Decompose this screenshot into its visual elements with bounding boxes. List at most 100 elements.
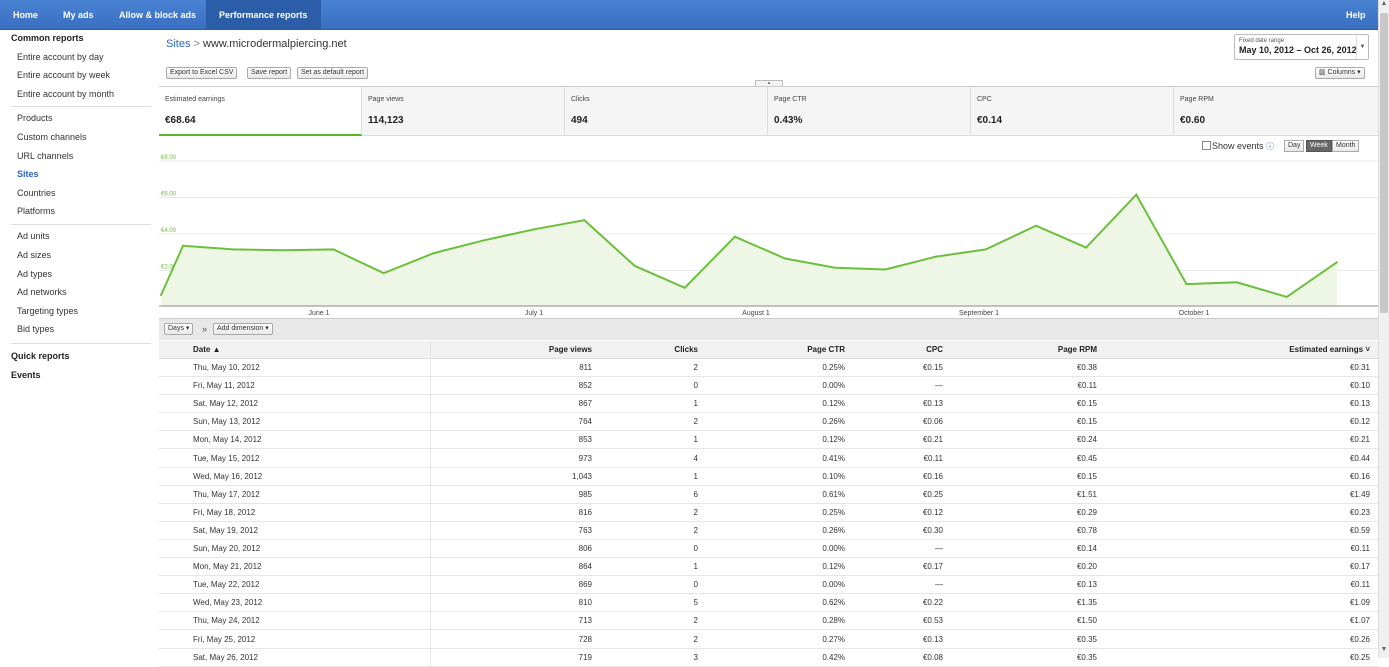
cell-page-ctr: 0.62%: [822, 598, 845, 608]
cell-page-views: 852: [578, 381, 592, 391]
sidebar-item-products[interactable]: Products: [17, 113, 53, 123]
data-point[interactable]: [1185, 283, 1188, 286]
data-point[interactable]: [583, 219, 586, 222]
col-date[interactable]: Date ▲: [193, 345, 220, 354]
data-point[interactable]: [160, 294, 162, 297]
sidebar-item-bid-types[interactable]: Bid types: [17, 324, 54, 334]
data-point[interactable]: [683, 286, 686, 289]
sidebar-item-ad-sizes[interactable]: Ad sizes: [17, 250, 51, 260]
scrollbar-thumb[interactable]: [1380, 13, 1388, 313]
nav-performance-reports[interactable]: Performance reports: [206, 0, 321, 30]
metric-cpc[interactable]: CPC €0.14: [971, 87, 1174, 136]
col-page-ctr[interactable]: Page CTR: [807, 345, 845, 354]
data-point[interactable]: [332, 248, 335, 251]
nav-allow-block-ads[interactable]: Allow & block ads: [119, 0, 196, 30]
cell-clicks: 6: [693, 489, 698, 499]
sidebar-item-ad-types[interactable]: Ad types: [17, 269, 52, 279]
sidebar-item-custom-channels[interactable]: Custom channels: [17, 132, 87, 142]
sidebar-item-sites[interactable]: Sites: [17, 169, 39, 179]
col-page-views[interactable]: Page views: [549, 345, 592, 354]
sidebar-quick-reports[interactable]: Quick reports: [11, 351, 70, 361]
cell-date: Sat, May 12, 2012: [193, 399, 258, 409]
metric-clicks[interactable]: Clicks 494: [565, 87, 768, 136]
scroll-up-arrow-icon[interactable]: ▲: [1379, 0, 1389, 7]
cell-date: Wed, May 16, 2012: [193, 471, 263, 481]
data-point[interactable]: [1034, 224, 1037, 227]
data-point[interactable]: [733, 235, 736, 238]
col-page-rpm[interactable]: Page RPM: [1058, 345, 1097, 354]
sidebar-item-countries[interactable]: Countries: [17, 188, 56, 198]
cell-clicks: 2: [693, 417, 698, 427]
metric-value: 0.43%: [774, 115, 803, 126]
sidebar-item-platforms[interactable]: Platforms: [17, 206, 55, 216]
cell-estimated-earnings: €0.23: [1349, 507, 1370, 517]
data-point[interactable]: [1285, 295, 1288, 298]
sidebar-events[interactable]: Events: [11, 370, 41, 380]
chevron-down-icon[interactable]: ▼: [1356, 35, 1368, 59]
metric-page-views[interactable]: Page views 114,123: [362, 87, 565, 136]
sidebar-item-targeting-types[interactable]: Targeting types: [17, 306, 78, 316]
vertical-scrollbar[interactable]: ▲ ▼: [1378, 0, 1389, 658]
data-point[interactable]: [1135, 193, 1138, 196]
data-point[interactable]: [834, 266, 837, 269]
cell-estimated-earnings: €1.07: [1349, 616, 1370, 626]
metric-page-ctr[interactable]: Page CTR 0.43%: [768, 87, 971, 136]
metric-page-rpm[interactable]: Page RPM €0.60: [1174, 87, 1378, 136]
nav-home[interactable]: Home: [13, 0, 38, 30]
cell-page-ctr: 0.25%: [822, 363, 845, 372]
cell-page-views: 985: [578, 489, 592, 499]
data-point[interactable]: [533, 228, 536, 231]
data-point[interactable]: [984, 248, 987, 251]
data-point[interactable]: [1235, 281, 1238, 284]
data-point[interactable]: [282, 249, 285, 252]
add-dimension-button[interactable]: Add dimension ▾: [213, 323, 273, 335]
data-point[interactable]: [232, 248, 235, 251]
cell-cpc: €0.25: [922, 489, 943, 499]
data-point[interactable]: [182, 244, 184, 247]
data-point[interactable]: [382, 272, 385, 275]
save-report-button[interactable]: Save report: [247, 67, 292, 79]
sidebar-item-url-channels[interactable]: URL channels: [17, 151, 73, 161]
sidebar-item-ad-networks[interactable]: Ad networks: [17, 287, 67, 297]
data-point[interactable]: [1336, 261, 1338, 264]
scroll-down-arrow-icon[interactable]: ▼: [1379, 646, 1389, 653]
nav-my-ads[interactable]: My ads: [63, 0, 94, 30]
cell-cpc: €0.08: [922, 652, 943, 662]
metric-estimated-earnings[interactable]: Estimated earnings €68.64: [159, 87, 362, 136]
data-point[interactable]: [1085, 246, 1088, 249]
x-tick-label: September 1: [959, 310, 999, 317]
data-point[interactable]: [633, 264, 636, 267]
cell-page-rpm: €0.15: [1076, 471, 1097, 481]
export-csv-button[interactable]: Export to Excel CSV: [166, 67, 238, 79]
column-divider: [430, 341, 431, 667]
days-dropdown[interactable]: Days ▾: [164, 323, 194, 335]
col-clicks[interactable]: Clicks: [674, 345, 698, 354]
columns-button[interactable]: ▥ Columns ▾: [1315, 67, 1365, 79]
breadcrumb-sites-link[interactable]: Sites: [166, 38, 190, 50]
sidebar-item-ad-units[interactable]: Ad units: [17, 231, 50, 241]
sidebar-item-entire-account-by-month[interactable]: Entire account by month: [17, 89, 114, 99]
sidebar-item-entire-account-by-week[interactable]: Entire account by week: [17, 70, 110, 80]
data-point[interactable]: [483, 239, 486, 242]
breadcrumb: Sites > www.microdermalpiercing.net: [166, 38, 347, 50]
cell-page-rpm: €0.11: [1077, 381, 1097, 391]
cell-estimated-earnings: €0.16: [1349, 471, 1370, 481]
set-default-report-button[interactable]: Set as default report: [297, 67, 369, 79]
data-point[interactable]: [934, 255, 937, 258]
sidebar-item-entire-account-by-day[interactable]: Entire account by day: [17, 52, 104, 62]
date-range-picker[interactable]: Fixed date range May 10, 2012 – Oct 26, …: [1234, 34, 1369, 60]
y-tick-label: €8.00: [161, 155, 177, 161]
cell-cpc: €0.17: [922, 562, 943, 572]
metric-label: Page views: [368, 96, 404, 103]
cell-estimated-earnings: €0.31: [1349, 363, 1370, 372]
data-point[interactable]: [884, 268, 887, 271]
nav-help[interactable]: Help: [1346, 0, 1366, 30]
cell-date: Mon, May 21, 2012: [193, 562, 262, 572]
sidebar-common-reports-header[interactable]: Common reports: [11, 33, 84, 43]
data-point[interactable]: [784, 257, 787, 260]
col-estimated-earnings[interactable]: Estimated earnings ˅: [1289, 345, 1370, 354]
col-cpc[interactable]: CPC: [926, 345, 943, 354]
cell-estimated-earnings: €0.59: [1349, 525, 1370, 535]
data-point[interactable]: [432, 252, 435, 255]
metric-value: 494: [571, 115, 588, 126]
